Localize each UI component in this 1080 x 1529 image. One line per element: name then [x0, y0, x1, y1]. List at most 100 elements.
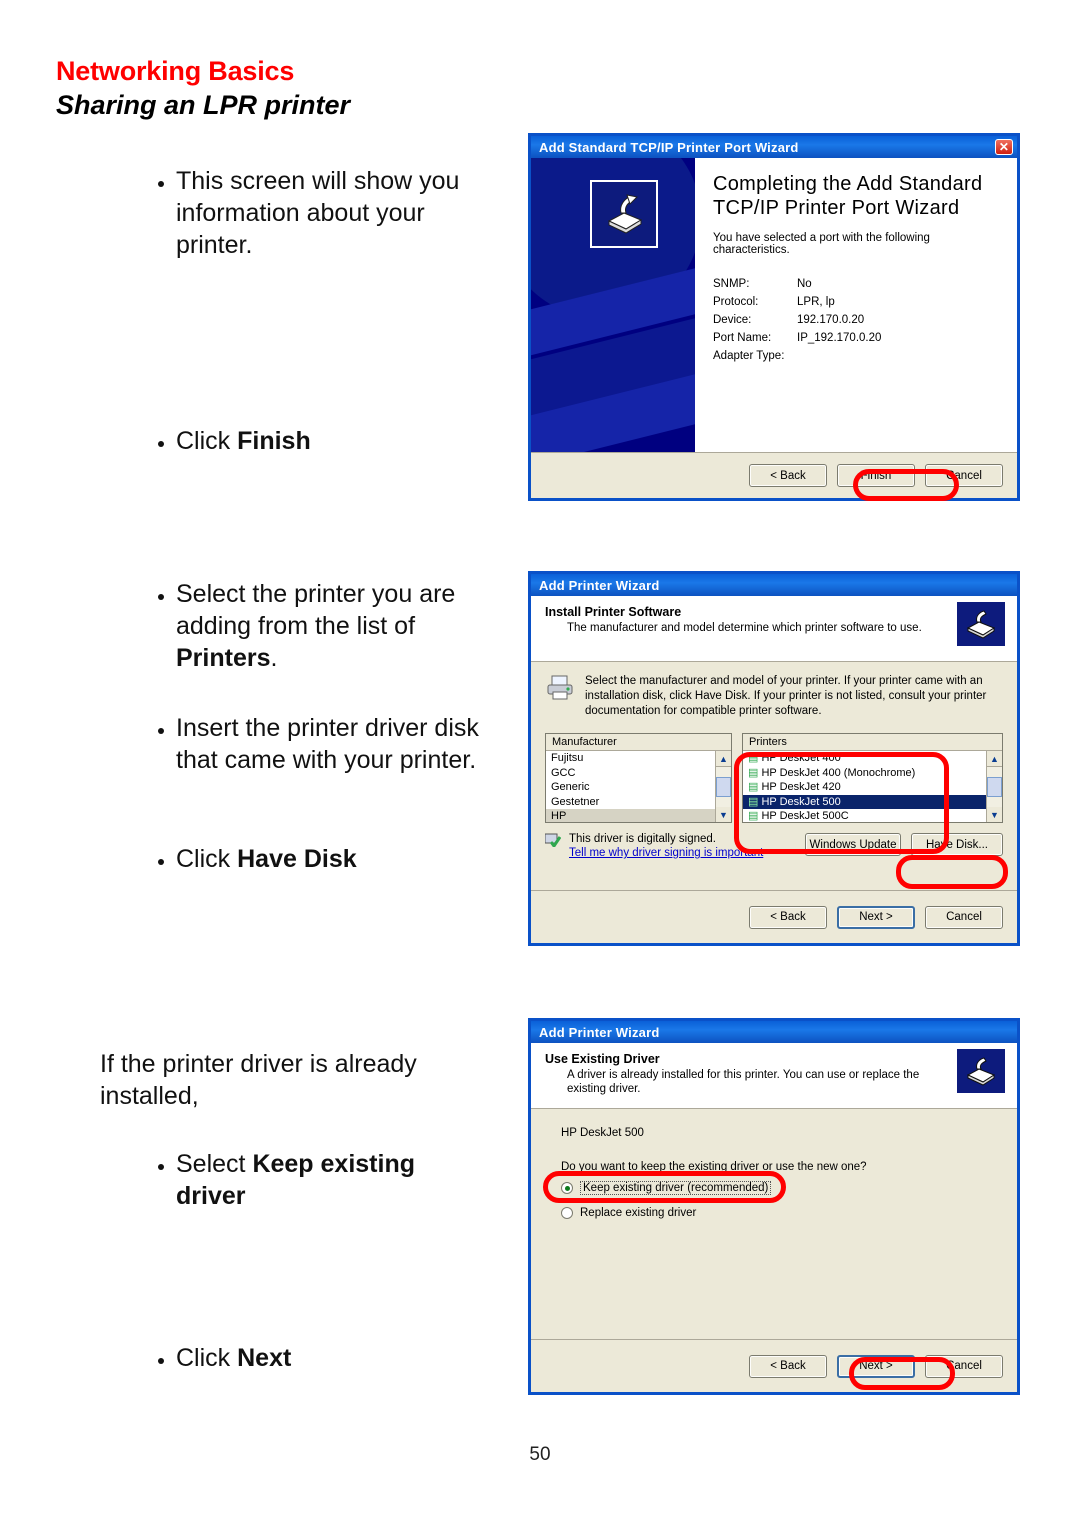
radio-label: Replace existing driver [580, 1207, 697, 1219]
list-item[interactable]: Generic [546, 780, 715, 795]
table-row: Port Name: IP_192.170.0.20 [713, 332, 1003, 344]
scrollbar-thumb[interactable] [987, 777, 1002, 797]
click-label: Click [176, 1344, 238, 1372]
page-heading: Use Existing Driver [545, 1052, 660, 1066]
manufacturer-header: Manufacturer [546, 734, 731, 751]
list-item: Insert the printer driver disk that came… [176, 712, 480, 776]
wizard-page-header: Use Existing Driver A driver is already … [531, 1043, 1017, 1109]
driver-signing-row: This driver is digitally signed. Tell me… [544, 833, 1003, 859]
radio-keep-existing-driver[interactable]: Keep existing driver (recommended) [561, 1181, 1003, 1195]
cancel-button[interactable]: Cancel [925, 1354, 1003, 1378]
titlebar: Add Standard TCP/IP Printer Port Wizard … [531, 136, 1017, 158]
list-item-label: HP DeskJet 420 [761, 781, 841, 793]
back-button[interactable]: < Back [749, 464, 827, 487]
list-item[interactable]: ▤ HP DeskJet 420 [743, 780, 986, 795]
printers-header: Printers [743, 734, 1002, 751]
instruction-select-keep-driver: Select Keep existing driver [150, 1148, 480, 1212]
dialog-button-bar: < Back Finish Cancel [531, 452, 1017, 498]
signed-text: This driver is digitally signed. [569, 833, 717, 845]
scroll-up-icon[interactable]: ▲ [716, 751, 731, 767]
field-key: Port Name: [713, 332, 772, 344]
page-subheading: A driver is already installed for this p… [567, 1069, 920, 1095]
have-disk-keyword: Have Disk [237, 845, 357, 873]
signed-driver-icon [544, 833, 562, 850]
printers-items[interactable]: ▤ HP DeskJet 400 ▤ HP DeskJet 400 (Monoc… [743, 751, 986, 822]
manufacturer-items[interactable]: Fujitsu GCC Generic Gestetner HP IBM [546, 751, 715, 822]
period: . [270, 644, 278, 672]
next-keyword: Next [237, 1344, 292, 1372]
scroll-down-icon[interactable]: ▼ [716, 807, 731, 822]
finish-keyword: Finish [237, 427, 311, 455]
instruction-group-1: This screen will show you information ab… [150, 165, 480, 261]
list-item-label: HP DeskJet 500C [761, 810, 849, 822]
list-item-selected[interactable]: ▤ HP DeskJet 500 [743, 794, 986, 809]
printers-scrollbar[interactable]: ▲ ▼ [986, 751, 1002, 822]
printer-wizard-icon [957, 1049, 1005, 1093]
field-value: 192.170.0.20 [797, 314, 865, 326]
driver-signing-link[interactable]: Tell me why driver signing is important [569, 847, 763, 859]
radio-selected-icon[interactable] [561, 1182, 573, 1194]
list-item[interactable]: Fujitsu [546, 751, 715, 766]
instruction-click-next: Click Next [150, 1342, 480, 1374]
select-printer-text: Select the printer you are adding from t… [176, 580, 456, 640]
list-item[interactable]: ▤ HP DeskJet 400 [743, 751, 986, 766]
wizard-heading-line1: Completing the Add Standard [713, 173, 983, 195]
wizard-page-header: Install Printer Software The manufacture… [531, 596, 1017, 662]
cancel-button[interactable]: Cancel [925, 464, 1003, 487]
intro-text: Select the manufacturer and model of you… [585, 675, 987, 717]
list-item[interactable]: Gestetner [546, 795, 715, 810]
list-item-selected[interactable]: HP [546, 809, 715, 822]
dialog-add-tcpip-printer-port-wizard[interactable]: Add Standard TCP/IP Printer Port Wizard … [528, 133, 1020, 501]
dialog-add-printer-wizard-install-software[interactable]: Add Printer Wizard Install Printer Softw… [528, 571, 1020, 946]
printer-name-label: HP DeskJet 500 [561, 1127, 644, 1139]
printers-listbox[interactable]: Printers ▤ HP DeskJet 400 ▤ HP DeskJet 4… [742, 733, 1003, 823]
instruction-select-printer: Select the printer you are adding from t… [150, 578, 480, 674]
next-button[interactable]: Next > [837, 905, 915, 929]
printers-keyword: Printers [176, 644, 271, 672]
titlebar: Add Printer Wizard [531, 574, 1017, 596]
dialog-button-bar: < Back Next > Cancel [531, 890, 1017, 943]
intro-block: Select the manufacturer and model of you… [545, 674, 1003, 719]
dialog-title: Add Standard TCP/IP Printer Port Wizard [539, 139, 799, 155]
list-item[interactable]: GCC [546, 766, 715, 781]
back-button[interactable]: < Back [749, 1354, 827, 1378]
dialog-button-bar: < Back Next > Cancel [531, 1339, 1017, 1392]
wizard-banner [531, 158, 695, 498]
field-key: Protocol: [713, 296, 759, 308]
click-label: Click [176, 845, 238, 873]
windows-update-button[interactable]: Windows Update [805, 833, 901, 856]
list-item: Select Keep existing driver [176, 1148, 480, 1212]
question-text: Do you want to keep the existing driver … [561, 1161, 867, 1173]
dialog-add-printer-wizard-use-existing-driver[interactable]: Add Printer Wizard Use Existing Driver A… [528, 1018, 1020, 1395]
scrollbar-thumb[interactable] [716, 777, 731, 797]
list-item[interactable]: ▤ HP DeskJet 500C [743, 809, 986, 822]
list-item-label: HP DeskJet 400 [761, 752, 841, 764]
manufacturer-listbox[interactable]: Manufacturer Fujitsu GCC Generic Gestetn… [545, 733, 732, 823]
list-item: Click Have Disk [176, 843, 480, 875]
select-label: Select [176, 1150, 253, 1178]
manufacturer-scrollbar[interactable]: ▲ ▼ [715, 751, 731, 822]
finish-button[interactable]: Finish [837, 464, 915, 487]
have-disk-button[interactable]: Have Disk... [911, 833, 1003, 856]
wizard-heading: Completing the Add Standard TCP/IP Print… [713, 172, 1003, 220]
radio-replace-existing-driver[interactable]: Replace existing driver [561, 1207, 1003, 1219]
list-item: Click Next [176, 1342, 480, 1374]
cancel-button[interactable]: Cancel [925, 905, 1003, 929]
wizard-heading-line2: TCP/IP Printer Port Wizard [713, 197, 960, 219]
back-button[interactable]: < Back [749, 905, 827, 929]
radio-unselected-icon[interactable] [561, 1207, 573, 1219]
wizard-page-body: HP DeskJet 500 Do you want to keep the e… [531, 1109, 1017, 1231]
close-icon[interactable]: ✕ [995, 139, 1013, 155]
list-item: This screen will show you information ab… [176, 165, 480, 261]
instruction-click-have-disk: Click Have Disk [150, 843, 480, 875]
scroll-down-icon[interactable]: ▼ [987, 807, 1002, 822]
list-item[interactable]: ▤ HP DeskJet 400 (Monochrome) [743, 766, 986, 781]
page-subtitle: Sharing an LPR printer [56, 90, 351, 120]
printer-wizard-icon [957, 602, 1005, 646]
list-item-label: HP DeskJet 400 (Monochrome) [761, 766, 916, 779]
dialog-body: Completing the Add Standard TCP/IP Print… [531, 158, 1017, 498]
scroll-up-icon[interactable]: ▲ [987, 751, 1002, 767]
next-button[interactable]: Next > [837, 1354, 915, 1378]
table-row: Protocol: LPR, lp [713, 296, 1003, 308]
printer-port-icon [590, 180, 658, 248]
